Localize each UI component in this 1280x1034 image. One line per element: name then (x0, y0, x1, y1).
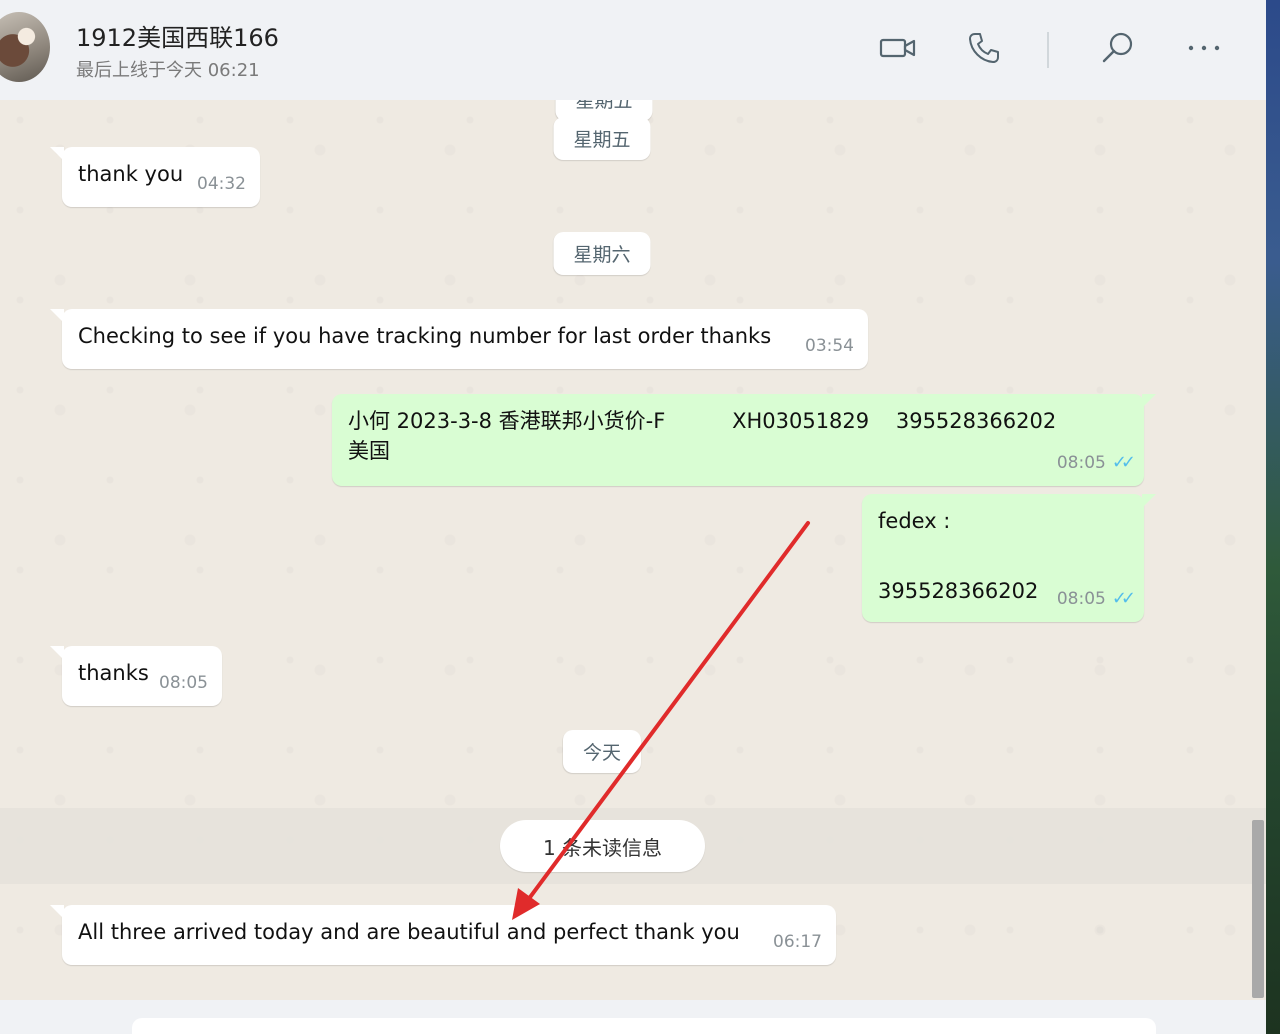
message-outgoing[interactable]: fedex : 395528366202 08:05 ✓✓ (862, 494, 1156, 622)
message-incoming[interactable]: Checking to see if you have tracking num… (50, 309, 868, 369)
voice-call-icon[interactable] (964, 28, 1004, 68)
date-chip-saturday: 星期六 (553, 232, 651, 275)
message-text: thanks (78, 661, 149, 685)
date-chip-today: 今天 (562, 730, 642, 773)
message-outgoing[interactable]: 小何 2023-3-8 香港联邦小货价-F XH03051829 3955283… (332, 394, 1156, 486)
read-receipt-icon: ✓✓ (1111, 452, 1136, 473)
message-text: All three arrived today and are beautifu… (78, 920, 740, 944)
message-time: 08:05 (159, 673, 208, 693)
whatsapp-window: 1912美国西联166 最后上线于今天 06:21 星期五 星期五 thank … (0, 0, 1266, 1034)
read-receipt-icon: ✓✓ (1111, 588, 1136, 609)
message-time: 08:05 (1056, 589, 1106, 609)
desktop-background-edge (1266, 0, 1280, 1034)
video-call-icon[interactable] (878, 28, 918, 68)
message-input[interactable] (132, 1018, 1156, 1034)
date-chip-friday: 星期五 (553, 117, 651, 160)
message-incoming[interactable]: All three arrived today and are beautifu… (50, 905, 836, 965)
message-incoming[interactable]: thank you 04:32 (50, 147, 260, 207)
message-time: 06:17 (773, 932, 822, 952)
contact-avatar[interactable] (0, 12, 50, 82)
message-text-line1: fedex : (878, 509, 951, 533)
message-time: 03:54 (805, 336, 854, 356)
message-text: Checking to see if you have tracking num… (78, 324, 772, 348)
more-options-icon[interactable] (1184, 28, 1224, 68)
last-seen-status: 最后上线于今天 06:21 (76, 60, 260, 81)
message-time: 04:32 (197, 174, 246, 194)
contact-name[interactable]: 1912美国西联166 (76, 18, 279, 53)
chat-scrollbar[interactable] (1252, 820, 1264, 998)
message-time: 08:05 (1056, 453, 1106, 473)
unread-messages-badge: 1 条未读信息 (500, 820, 705, 872)
message-text-line1: 小何 2023-3-8 香港联邦小货价-F XH03051829 3955283… (348, 409, 1057, 433)
chat-header: 1912美国西联166 最后上线于今天 06:21 (0, 0, 1266, 100)
message-incoming[interactable]: thanks 08:05 (50, 646, 222, 706)
message-text-line2: 美国 (348, 439, 390, 463)
message-text: thank you (78, 162, 184, 186)
message-status: 08:05 ✓✓ (1056, 584, 1136, 614)
chat-messages-area: 星期五 星期五 thank you 04:32 星期六 Checking to … (0, 100, 1266, 1000)
message-status: 08:05 ✓✓ (1056, 448, 1136, 478)
search-icon[interactable] (1098, 28, 1138, 68)
header-divider (1047, 32, 1049, 68)
